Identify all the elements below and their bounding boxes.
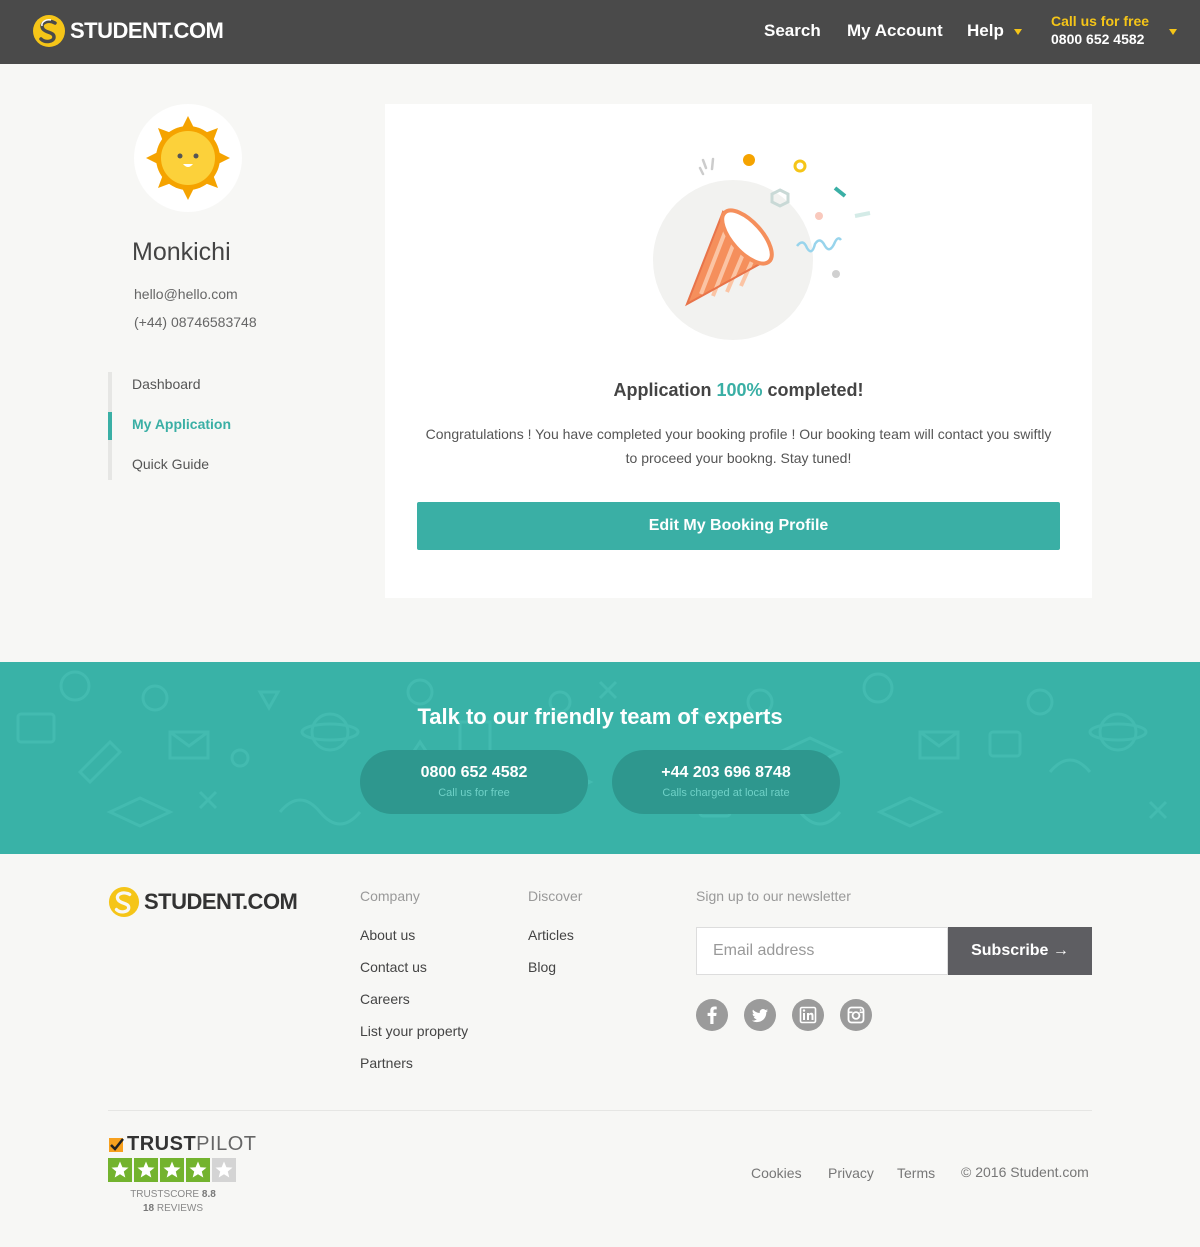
trustpilot-brand-light: PILOT bbox=[196, 1133, 257, 1155]
party-popper-icon bbox=[653, 154, 871, 340]
banner-pattern bbox=[16, 670, 1168, 828]
sidebar-item-dashboard[interactable]: Dashboard bbox=[132, 376, 201, 392]
active-indicator bbox=[108, 412, 112, 440]
trustpilot-check-icon bbox=[109, 1137, 124, 1152]
footer-link-terms[interactable]: Terms bbox=[897, 1165, 935, 1181]
facebook-icon[interactable] bbox=[696, 999, 728, 1031]
footer-link-blog[interactable]: Blog bbox=[528, 959, 556, 975]
star-icon bbox=[134, 1158, 158, 1182]
user-name: Monkichi bbox=[132, 238, 231, 266]
reviews-label: REVIEWS bbox=[156, 1203, 204, 1214]
nav-my-account[interactable]: My Account bbox=[847, 21, 943, 41]
sidebar-nav: Dashboard My Application Quick Guide bbox=[108, 372, 308, 480]
student-logo-icon bbox=[108, 886, 140, 918]
newsletter-email-input[interactable] bbox=[696, 927, 948, 975]
brand-name: STUDENT.COM bbox=[70, 18, 224, 43]
nav-help[interactable]: Help bbox=[967, 21, 1022, 41]
footer-divider bbox=[108, 1110, 1092, 1111]
discover-heading: Discover bbox=[528, 888, 583, 904]
user-phone: (+44) 08746583748 bbox=[134, 314, 257, 330]
header-logo[interactable]: STUDENT.COM bbox=[32, 14, 224, 48]
completion-title: Application 100% completed! bbox=[385, 380, 1092, 401]
phone-caption: Call us for free bbox=[438, 787, 510, 799]
completion-percent: 100% bbox=[716, 380, 763, 400]
application-card: Application 100% completed! Congratulati… bbox=[385, 104, 1092, 598]
phone-pill-free[interactable]: 0800 652 4582 Call us for free bbox=[360, 750, 588, 814]
sun-avatar-icon bbox=[146, 116, 230, 200]
twitter-icon[interactable] bbox=[744, 999, 776, 1031]
company-heading: Company bbox=[360, 888, 420, 904]
banner-title: Talk to our friendly team of experts bbox=[417, 704, 783, 729]
brand-name: STUDENT.COM bbox=[144, 889, 298, 914]
footer-link-partners[interactable]: Partners bbox=[360, 1055, 413, 1071]
footer-link-list-property[interactable]: List your property bbox=[360, 1023, 468, 1039]
trustpilot-brand[interactable]: TRUST PILOT bbox=[108, 1133, 256, 1156]
footer-link-cookies[interactable]: Cookies bbox=[751, 1165, 802, 1181]
trustpilot-stars bbox=[108, 1158, 236, 1182]
call-number: 0800 652 4582 bbox=[1051, 31, 1145, 47]
completion-title-prefix: Application bbox=[613, 380, 712, 400]
trustpilot-brand-bold: TRUST bbox=[127, 1133, 197, 1155]
star-icon bbox=[212, 1158, 236, 1182]
trustpilot-reviews: 18 REVIEWS bbox=[108, 1203, 238, 1214]
phone-number: +44 203 696 8748 bbox=[661, 764, 791, 781]
phone-pill-local[interactable]: +44 203 696 8748 Calls charged at local … bbox=[612, 750, 840, 814]
arrow-right-icon: → bbox=[1052, 942, 1069, 959]
chevron-down-icon[interactable] bbox=[1169, 29, 1177, 35]
instagram-icon[interactable] bbox=[840, 999, 872, 1031]
edit-booking-profile-button[interactable]: Edit My Booking Profile bbox=[417, 502, 1060, 550]
footer-link-articles[interactable]: Articles bbox=[528, 927, 574, 943]
call-label: Call us for free bbox=[1051, 13, 1150, 29]
completion-title-suffix: completed! bbox=[767, 380, 864, 400]
trustscore: TRUSTSCORE 8.8 bbox=[108, 1189, 238, 1200]
sidebar-item-my-application[interactable]: My Application bbox=[132, 416, 231, 432]
contact-banner: Talk to our friendly team of experts 080… bbox=[0, 662, 1200, 854]
star-icon bbox=[160, 1158, 184, 1182]
star-icon bbox=[186, 1158, 210, 1182]
top-header: STUDENT.COM Search My Account Help Call … bbox=[0, 0, 1200, 64]
subscribe-label: Subscribe bbox=[971, 942, 1049, 959]
copyright: © 2016 Student.com bbox=[961, 1164, 1089, 1180]
trustscore-label: TRUSTSCORE bbox=[130, 1189, 200, 1200]
sidebar-item-quick-guide[interactable]: Quick Guide bbox=[132, 456, 209, 472]
completion-message: Congratulations ! You have completed you… bbox=[425, 426, 1052, 466]
star-icon bbox=[108, 1158, 132, 1182]
footer-link-about[interactable]: About us bbox=[360, 927, 415, 943]
chevron-down-icon bbox=[1013, 28, 1022, 35]
trustscore-value: 8.8 bbox=[201, 1189, 216, 1200]
linkedin-icon[interactable] bbox=[792, 999, 824, 1031]
footer-link-contact[interactable]: Contact us bbox=[360, 959, 427, 975]
phone-number: 0800 652 4582 bbox=[420, 764, 528, 781]
footer-link-privacy[interactable]: Privacy bbox=[828, 1165, 874, 1181]
reviews-count: 18 bbox=[142, 1203, 155, 1214]
footer-link-careers[interactable]: Careers bbox=[360, 991, 410, 1007]
student-logo-icon bbox=[33, 15, 65, 47]
subscribe-button[interactable]: Subscribe → bbox=[948, 927, 1092, 975]
nav-help-label: Help bbox=[967, 21, 1004, 40]
newsletter-heading: Sign up to our newsletter bbox=[696, 888, 851, 904]
footer-logo[interactable]: STUDENT.COM bbox=[108, 886, 298, 918]
user-email: hello@hello.com bbox=[134, 286, 238, 302]
nav-search[interactable]: Search bbox=[764, 21, 821, 41]
phone-caption: Calls charged at local rate bbox=[662, 787, 790, 799]
call-us-box[interactable]: Call us for free 0800 652 4582 bbox=[1051, 13, 1149, 47]
avatar bbox=[134, 104, 242, 212]
